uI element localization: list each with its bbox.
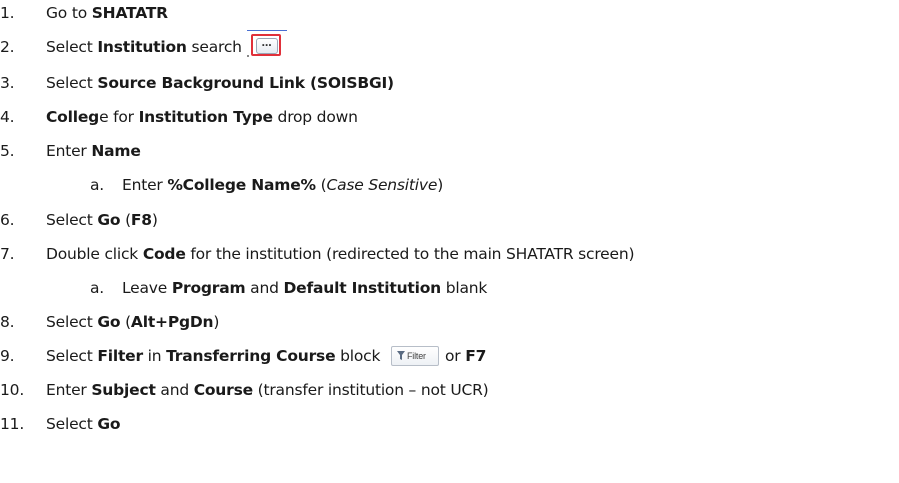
step-number: 9.: [0, 347, 15, 365]
filter-funnel-icon: [397, 350, 405, 360]
step-number: 5.: [0, 142, 15, 160]
step-text: Enter %College Name% (Case Sensitive): [122, 176, 444, 194]
step-text: Select Go (Alt+PgDn): [46, 313, 220, 331]
step-text: Select Filter in Transferring Course blo…: [46, 345, 487, 366]
filter-button-label: Filter: [407, 350, 426, 361]
step-text: Go to SHATATR: [46, 4, 168, 22]
step-number: 4.: [0, 108, 15, 126]
step-text: Select Go: [46, 415, 121, 433]
step-number: 6.: [0, 211, 15, 229]
step-text: Select Institution search …: [46, 29, 287, 59]
step-number: 3.: [0, 74, 15, 92]
step-text: Enter Subject and Course (transfer insti…: [46, 381, 489, 399]
step-number: a.: [90, 279, 105, 297]
step-number: 8.: [0, 313, 15, 331]
step-text: Select Source Background Link (SOISBGI): [46, 74, 394, 92]
step-number: 7.: [0, 245, 15, 263]
step-number: a.: [90, 176, 105, 194]
step-text: Double click Code for the institution (r…: [46, 245, 635, 263]
step-number: 2.: [0, 38, 15, 56]
step-number: 10.: [0, 381, 25, 399]
step-number: 11.: [0, 415, 25, 433]
ellipsis-search-icon: …: [255, 37, 278, 54]
institution-search-button[interactable]: …: [246, 29, 287, 57]
step-text: Leave Program and Default Institution bl…: [122, 279, 488, 297]
step-text: College for Institution Type drop down: [46, 108, 358, 126]
step-text: Enter Name: [46, 142, 141, 160]
step-number: 1.: [0, 4, 15, 22]
step-text: Select Go (F8): [46, 211, 158, 229]
filter-button[interactable]: Filter: [391, 345, 439, 366]
